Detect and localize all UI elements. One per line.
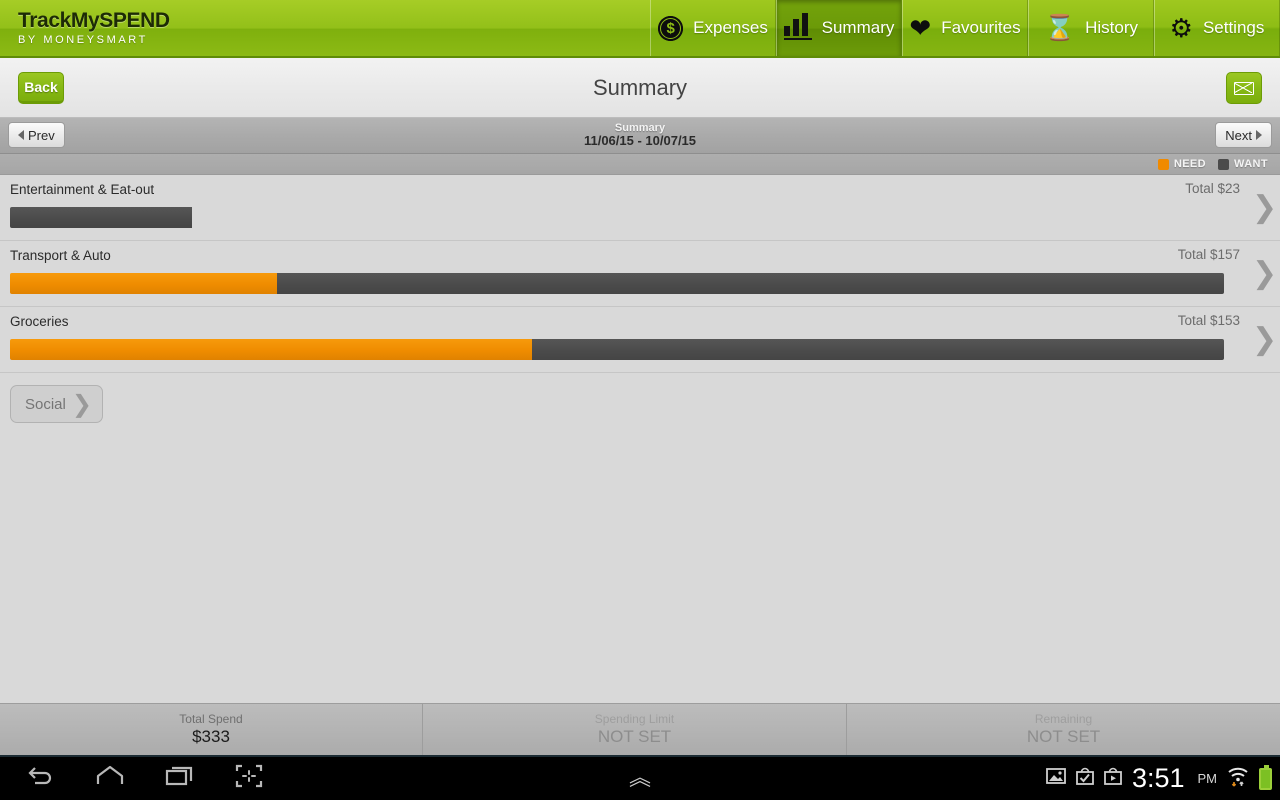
system-nav-buttons	[0, 763, 264, 794]
social-button[interactable]: Social ❯	[10, 385, 103, 423]
total-spend-label: Total Spend	[179, 712, 243, 727]
android-system-bar: ︽ 3:51 PM	[0, 755, 1280, 800]
screenshot-icon[interactable]	[234, 763, 264, 794]
logo-title: TrackMySPEND	[18, 8, 170, 32]
tab-favourites-label: Favourites	[941, 18, 1021, 37]
total-spend-value: $333	[192, 726, 230, 746]
category-list: Entertainment & Eat-out Total $23 ❯ Tran…	[0, 175, 1280, 703]
tab-summary-label: Summary	[821, 18, 895, 37]
chevron-right-icon[interactable]: ❯	[1252, 192, 1277, 222]
clock-time: 3:51	[1131, 763, 1185, 793]
category-name: Transport & Auto	[10, 248, 111, 263]
home-icon[interactable]	[94, 764, 126, 793]
total-spend-cell: Total Spend $333	[0, 704, 422, 755]
next-period-button[interactable]: Next	[1215, 122, 1272, 148]
bar-segment-need	[10, 338, 533, 360]
app-logo: TrackMySPEND BY MONEYSMART	[0, 0, 650, 56]
clock-meridiem: PM	[1197, 771, 1218, 786]
nav-tab-list: $ Expenses Summary ❤ Favourites ⌛ Histor…	[650, 0, 1280, 56]
spending-limit-cell: Spending Limit NOT SET	[422, 704, 846, 755]
tab-history-label: History	[1085, 18, 1139, 37]
back-arrow-icon[interactable]	[26, 764, 56, 793]
bar-segment-need	[10, 272, 278, 294]
chevron-right-icon[interactable]: ❯	[1252, 258, 1277, 288]
legend-swatch-want	[1218, 158, 1230, 170]
next-period-label: Next	[1225, 127, 1252, 143]
image-icon	[1046, 767, 1066, 790]
battery-icon	[1259, 764, 1272, 790]
wifi-icon	[1227, 765, 1249, 792]
category-total: Total $153	[1177, 313, 1240, 328]
category-name: Entertainment & Eat-out	[10, 182, 155, 197]
logo-subtitle: BY MONEYSMART	[18, 34, 148, 47]
tab-settings[interactable]: ⚙ Settings	[1154, 0, 1280, 56]
coin-dollar-icon: $	[658, 15, 684, 41]
bar-segment-want	[10, 206, 193, 228]
table-row[interactable]: Groceries Total $153 ❯	[0, 307, 1280, 373]
tab-settings-label: Settings	[1202, 18, 1265, 37]
spending-limit-label: Spending Limit	[594, 712, 675, 727]
chart-legend: NEED WANT	[0, 154, 1280, 175]
table-row[interactable]: Transport & Auto Total $157 ❯	[0, 241, 1280, 307]
social-button-label: Social	[25, 395, 66, 413]
heart-icon: ❤	[909, 13, 932, 43]
category-bar	[10, 338, 1224, 360]
spending-limit-value: NOT SET	[597, 726, 672, 746]
remaining-value: NOT SET	[1026, 726, 1101, 746]
chevron-up-icon: ︽	[628, 765, 651, 791]
category-name: Groceries	[10, 314, 69, 329]
chevron-right-icon[interactable]: ❯	[1252, 324, 1277, 354]
category-bar	[10, 206, 1224, 228]
email-button[interactable]	[1226, 72, 1262, 104]
legend-swatch-need	[1157, 158, 1169, 170]
legend-label-need: NEED	[1173, 158, 1207, 170]
prev-period-label: Prev	[28, 127, 55, 143]
download-complete-icon	[1076, 767, 1094, 790]
hourglass-icon: ⌛	[1043, 13, 1076, 42]
triangle-left-icon	[18, 130, 24, 140]
legend-label-want: WANT	[1234, 158, 1268, 170]
envelope-icon	[1234, 81, 1254, 95]
triangle-right-icon	[1256, 130, 1262, 140]
period-display: Summary 11/06/15 - 10/07/15	[584, 122, 696, 150]
prev-period-button[interactable]: Prev	[8, 122, 65, 148]
top-navigation-bar: TrackMySPEND BY MONEYSMART $ Expenses Su…	[0, 0, 1280, 58]
status-icons: 3:51 PM	[1046, 763, 1272, 793]
chevron-right-icon: ❯	[71, 390, 92, 418]
totals-footer: Total Spend $333 Spending Limit NOT SET …	[0, 703, 1280, 755]
tab-expenses[interactable]: $ Expenses	[650, 0, 776, 56]
app-store-icon	[1104, 767, 1122, 790]
category-total: Total $157	[1177, 247, 1240, 262]
title-bar: Back Summary	[0, 58, 1280, 118]
category-bar	[10, 272, 1224, 294]
gear-icon: ⚙	[1169, 13, 1193, 43]
legend-item-need: NEED	[1157, 158, 1207, 170]
bar-segment-want	[532, 338, 1224, 360]
back-button[interactable]: Back	[18, 72, 64, 104]
legend-item-want: WANT	[1218, 158, 1268, 170]
page-title: Summary	[592, 74, 688, 100]
period-navigation-bar: Prev Summary 11/06/15 - 10/07/15 Next	[0, 118, 1280, 154]
recent-apps-icon[interactable]	[164, 764, 196, 793]
tab-summary[interactable]: Summary	[776, 0, 902, 56]
tab-expenses-label: Expenses	[693, 18, 768, 37]
tab-history[interactable]: ⌛ History	[1028, 0, 1154, 56]
remaining-cell: Remaining NOT SET	[846, 704, 1280, 755]
tab-favourites[interactable]: ❤ Favourites	[902, 0, 1028, 56]
category-total: Total $23	[1185, 181, 1240, 196]
social-section: Social ❯	[0, 373, 1280, 423]
bar-chart-icon	[783, 13, 812, 40]
app-root: TrackMySPEND BY MONEYSMART $ Expenses Su…	[0, 0, 1280, 800]
table-row[interactable]: Entertainment & Eat-out Total $23 ❯	[0, 175, 1280, 241]
bar-segment-want	[277, 272, 1224, 294]
remaining-label: Remaining	[1034, 712, 1093, 727]
period-date-range: 11/06/15 - 10/07/15	[583, 133, 697, 149]
